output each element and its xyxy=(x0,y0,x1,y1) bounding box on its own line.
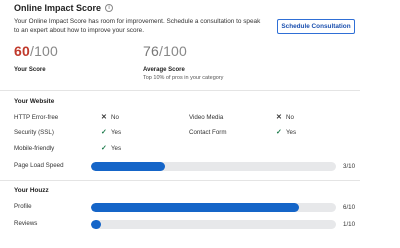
your-score-label: Your Score xyxy=(14,67,46,73)
panel-header: Online Impact Score i xyxy=(14,3,114,13)
average-score-label: Average Score xyxy=(143,67,185,73)
website-item-status: ✓ Yes xyxy=(101,145,121,152)
info-icon[interactable]: i xyxy=(105,4,114,12)
check-icon: ✓ xyxy=(101,129,107,136)
average-score-subtext: Top 10% of pros in your category xyxy=(143,75,224,81)
website-item-status: ✓ Yes xyxy=(101,129,121,136)
check-icon: ✓ xyxy=(101,145,107,152)
profile-bar xyxy=(91,203,336,212)
status-text: No xyxy=(286,114,294,121)
page-load-bar xyxy=(91,162,336,171)
website-item-label: Security (SSL) xyxy=(14,129,54,136)
page-load-label: Page Load Speed xyxy=(14,162,64,169)
reviews-bar-fill xyxy=(91,220,101,229)
website-item-status: ✕ No xyxy=(101,114,119,121)
website-item-label: Video Media xyxy=(189,114,224,121)
website-item-label: HTTP Error-free xyxy=(14,114,59,121)
divider xyxy=(0,90,360,91)
website-item-label: Contact Form xyxy=(189,129,227,136)
houzz-section-title: Your Houzz xyxy=(14,187,49,194)
your-score-max: /100 xyxy=(29,43,59,59)
website-item-label: Mobile-friendly xyxy=(14,145,55,152)
status-text: No xyxy=(111,114,119,121)
x-icon: ✕ xyxy=(101,114,107,121)
page-load-bar-fill xyxy=(91,162,165,171)
x-icon: ✕ xyxy=(276,114,282,121)
reviews-value: 1/10 xyxy=(343,221,356,228)
page-load-value: 3/10 xyxy=(343,163,356,170)
online-impact-panel: Online Impact Score i Your Online Impact… xyxy=(0,0,400,248)
reviews-bar xyxy=(91,220,336,229)
website-item-status: ✓ Yes xyxy=(276,129,296,136)
score-description: Your Online Impact Score has room for im… xyxy=(14,18,261,34)
reviews-label: Reviews xyxy=(14,220,38,227)
average-score-max: /100 xyxy=(158,43,188,59)
website-section-title: Your Website xyxy=(14,98,55,105)
divider xyxy=(0,180,360,181)
website-item-status: ✕ No xyxy=(276,114,294,121)
profile-label: Profile xyxy=(14,203,32,210)
profile-value: 6/10 xyxy=(343,204,356,211)
page-title: Online Impact Score xyxy=(14,3,102,13)
check-icon: ✓ xyxy=(276,129,282,136)
status-text: Yes xyxy=(111,129,122,136)
your-score-value: 60/100 xyxy=(14,43,58,59)
your-score-number: 60 xyxy=(14,43,30,59)
schedule-consultation-button[interactable]: Schedule Consultation xyxy=(277,19,355,34)
average-score-number: 76 xyxy=(143,43,159,59)
status-text: Yes xyxy=(286,129,297,136)
status-text: Yes xyxy=(111,145,122,152)
average-score-value: 76/100 xyxy=(143,43,187,59)
profile-bar-fill xyxy=(91,203,300,212)
